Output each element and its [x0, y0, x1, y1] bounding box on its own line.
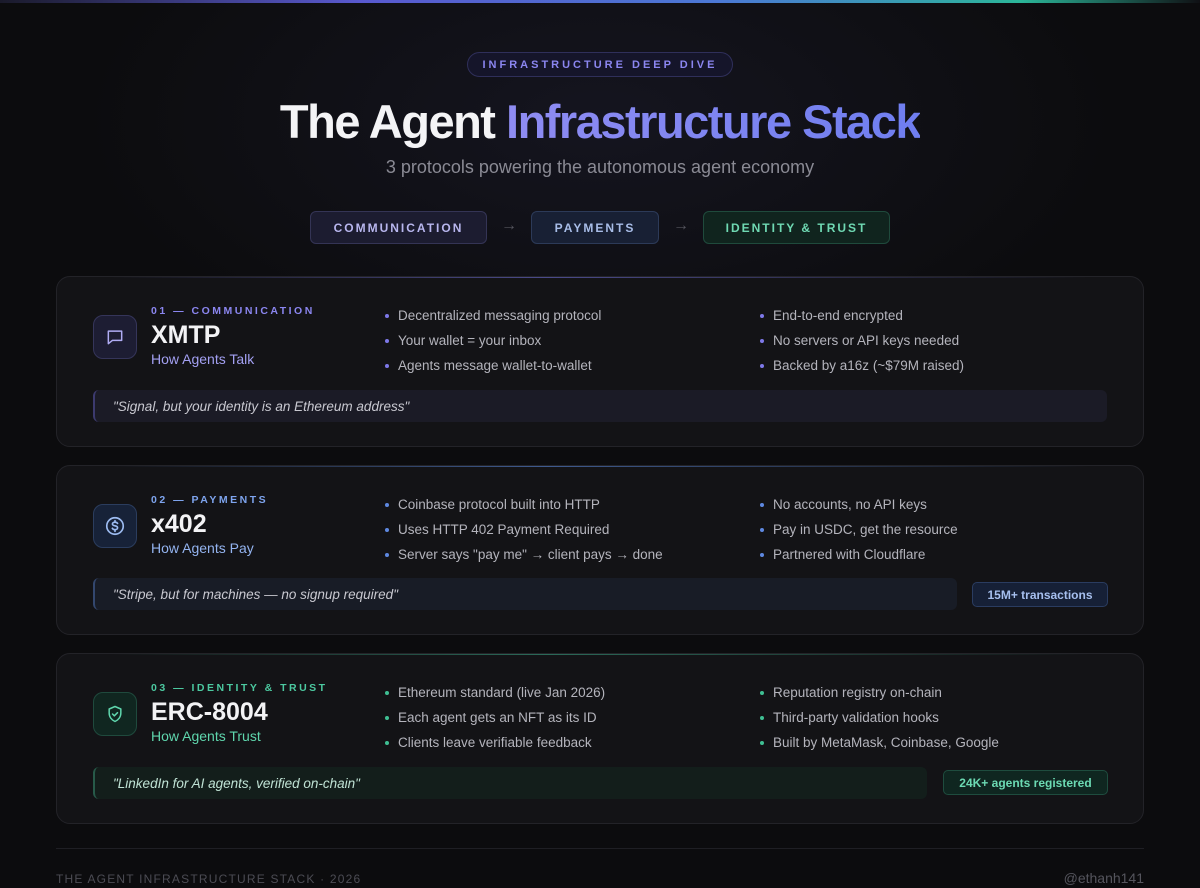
list-item: Built by MetaMask, Coinbase, Google	[760, 734, 1120, 759]
list-item: Partnered with Cloudflare	[760, 546, 1120, 571]
flow-step-payments: PAYMENTS	[531, 211, 659, 244]
list-item: End-to-end encrypted	[760, 307, 1120, 332]
list-item: Each agent gets an NFT as its ID	[385, 709, 745, 734]
protocol-tagline: How Agents Trust	[151, 728, 261, 744]
list-item: No servers or API keys needed	[760, 332, 1120, 357]
flow-step-communication: COMMUNICATION	[310, 211, 487, 244]
protocol-card-x402: 02 — PAYMENTS x402 How Agents Pay Coinba…	[56, 465, 1144, 635]
card-number: 03 — IDENTITY & TRUST	[151, 682, 328, 694]
flow-arrow-icon: →	[501, 217, 517, 234]
list-item: Server says "pay me" → client pays → don…	[385, 546, 745, 571]
top-accent-bar	[0, 0, 1200, 3]
protocol-card-xmtp: 01 — COMMUNICATION XMTP How Agents Talk …	[56, 276, 1144, 447]
author-handle: @ethanh141	[1063, 870, 1144, 886]
protocol-tagline: How Agents Pay	[151, 540, 254, 556]
dollar-coin-icon	[93, 504, 137, 548]
card-number: 01 — COMMUNICATION	[151, 305, 315, 317]
footer-divider	[56, 848, 1144, 849]
card-number: 02 — PAYMENTS	[151, 494, 269, 506]
protocol-card-erc-8004: 03 — IDENTITY & TRUST ERC-8004 How Agent…	[56, 653, 1144, 824]
feature-list-left: Coinbase protocol built into HTTP Uses H…	[385, 496, 745, 571]
list-item: Decentralized messaging protocol	[385, 307, 745, 332]
list-item: Your wallet = your inbox	[385, 332, 745, 357]
page-title: The Agent Infrastructure Stack	[0, 94, 1200, 149]
protocol-name: XMTP	[151, 321, 221, 349]
chat-bubble-icon	[93, 315, 137, 359]
footer-caption: THE AGENT INFRASTRUCTURE STACK · 2026	[56, 872, 362, 886]
feature-list-right: No accounts, no API keys Pay in USDC, ge…	[760, 496, 1120, 571]
list-item: Agents message wallet-to-wallet	[385, 357, 745, 382]
kicker-badge: INFRASTRUCTURE DEEP DIVE	[467, 52, 733, 77]
card-header: 02 — PAYMENTS x402 How Agents Pay	[151, 494, 371, 556]
protocol-name: x402	[151, 510, 207, 538]
shield-check-icon	[93, 692, 137, 736]
protocol-tagline: How Agents Talk	[151, 351, 255, 367]
feature-list-right: Reputation registry on-chain Third-party…	[760, 684, 1120, 759]
feature-list-right: End-to-end encrypted No servers or API k…	[760, 307, 1120, 382]
list-item: Uses HTTP 402 Payment Required	[385, 521, 745, 546]
stat-badge: 15M+ transactions	[972, 582, 1108, 607]
list-item: No accounts, no API keys	[760, 496, 1120, 521]
protocol-flow: COMMUNICATION → PAYMENTS → IDENTITY & TR…	[0, 211, 1200, 244]
list-item: Clients leave verifiable feedback	[385, 734, 745, 759]
list-item: Third-party validation hooks	[760, 709, 1120, 734]
list-item: Backed by a16z (~$79M raised)	[760, 357, 1120, 382]
stat-badge: 24K+ agents registered	[943, 770, 1108, 795]
flow-arrow-icon: →	[673, 217, 689, 234]
list-item: Reputation registry on-chain	[760, 684, 1120, 709]
protocol-quote: "LinkedIn for AI agents, verified on-cha…	[93, 767, 927, 799]
list-item: Pay in USDC, get the resource	[760, 521, 1120, 546]
title-plain: The Agent	[279, 95, 507, 148]
title-accent: Infrastructure Stack	[506, 95, 922, 148]
protocol-name: ERC-8004	[151, 698, 268, 726]
flow-step-identity-trust: IDENTITY & TRUST	[703, 211, 890, 244]
protocol-quote: "Stripe, but for machines — no signup re…	[93, 578, 957, 610]
list-item: Coinbase protocol built into HTTP	[385, 496, 745, 521]
list-item: Ethereum standard (live Jan 2026)	[385, 684, 745, 709]
feature-list-left: Decentralized messaging protocol Your wa…	[385, 307, 745, 382]
card-header: 01 — COMMUNICATION XMTP How Agents Talk	[151, 305, 371, 367]
card-header: 03 — IDENTITY & TRUST ERC-8004 How Agent…	[151, 682, 371, 744]
page-subtitle: 3 protocols powering the autonomous agen…	[385, 157, 815, 177]
feature-list-left: Ethereum standard (live Jan 2026) Each a…	[385, 684, 745, 759]
protocol-quote: "Signal, but your identity is an Ethereu…	[93, 390, 1107, 422]
